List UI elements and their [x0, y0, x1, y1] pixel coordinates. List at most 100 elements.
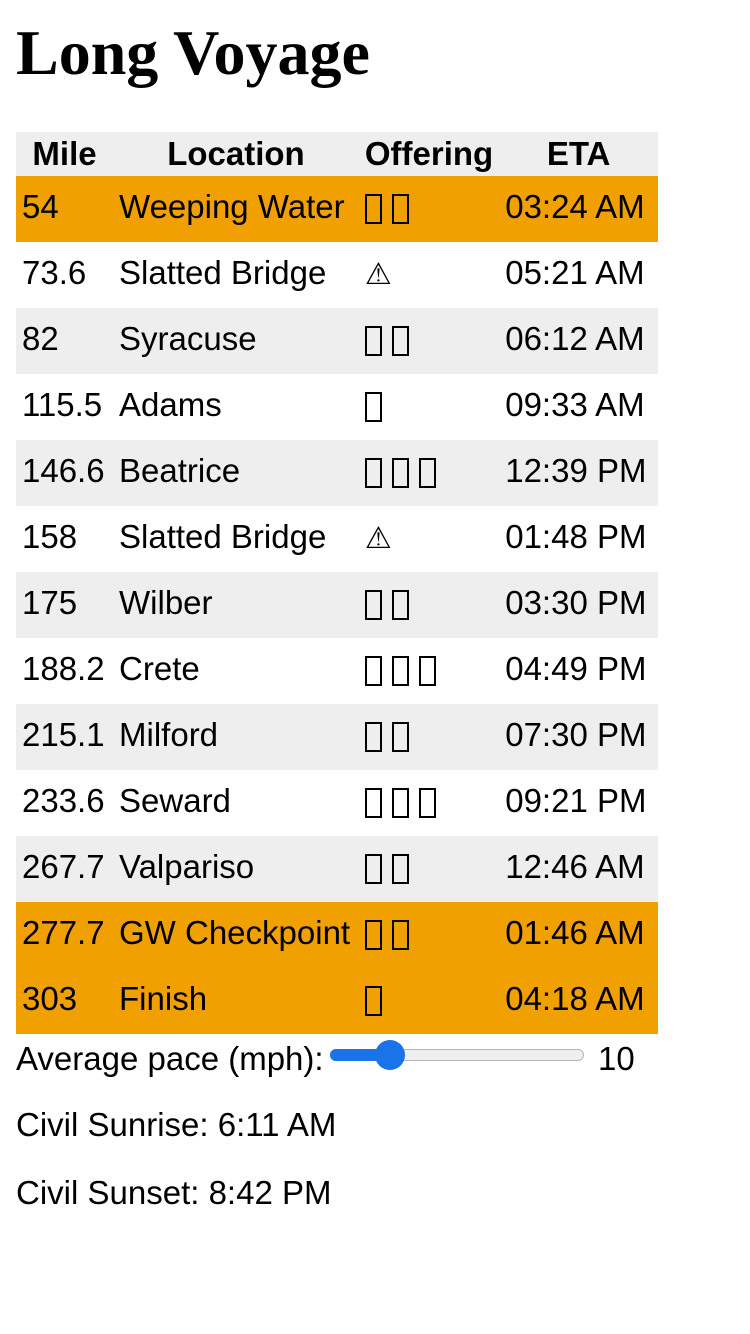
- cell-offering: [359, 374, 499, 440]
- warning-icon: ⚠: [364, 258, 392, 291]
- civil-sunrise: Civil Sunrise: 6:11 AM: [16, 1106, 337, 1143]
- table-header-row: Mile Location Offering ETA: [16, 132, 658, 176]
- cell-mile: 267.7: [16, 836, 114, 902]
- cell-offering: [358, 704, 500, 770]
- offering-icon: [364, 656, 382, 686]
- cell-eta: 01:48 PM: [505, 518, 647, 555]
- offering-icon: [364, 590, 382, 620]
- offering-icon: [418, 656, 436, 686]
- cell-eta: 04:49 PM: [505, 650, 647, 687]
- offering-icon: [364, 326, 382, 356]
- offering-icon: [364, 854, 382, 884]
- pace-slider[interactable]: [330, 1040, 584, 1070]
- cell-eta: 03:30 PM: [499, 572, 658, 638]
- cell-eta: 05:21 AM: [505, 254, 645, 291]
- cell-location: Slatted Bridge: [119, 518, 327, 555]
- cell-mile: 146.6: [16, 440, 114, 506]
- cell-offering: [358, 836, 500, 902]
- header-mile: Mile: [16, 132, 114, 176]
- offering-icon: [391, 788, 409, 818]
- offering-icon: [364, 722, 382, 752]
- offering-icon: [391, 722, 409, 752]
- header-offering: Offering: [358, 132, 500, 176]
- cell-mile: 158: [22, 518, 78, 555]
- cell-offering: ⚠: [359, 506, 499, 572]
- offering-icon: [364, 392, 382, 422]
- cell-location: Adams: [119, 386, 222, 423]
- cell-offering: [358, 968, 500, 1034]
- table-row: 115.5 Adams 09:33 AM: [16, 374, 658, 440]
- table-row: 82 Syracuse 06:12 AM: [16, 308, 658, 374]
- offering-icon: [418, 458, 436, 488]
- cell-eta: 03:24 AM: [499, 176, 658, 242]
- table-row: 188.2 Crete 04:49 PM: [16, 638, 658, 704]
- cell-location: Beatrice: [113, 440, 359, 506]
- cell-location: Weeping Water: [113, 176, 359, 242]
- header-eta: ETA: [499, 132, 658, 176]
- table-row: 267.7 Valpariso 12:46 AM: [16, 836, 658, 902]
- cell-location: Slatted Bridge: [119, 254, 327, 291]
- offering-icon: [391, 458, 409, 488]
- offering-icon: [391, 920, 409, 950]
- cell-eta: 01:46 AM: [499, 902, 658, 968]
- cell-eta: 09:21 PM: [505, 782, 647, 819]
- cell-offering: [359, 638, 499, 704]
- offering-icon: [391, 854, 409, 884]
- table-row: 215.1 Milford 07:30 PM: [16, 704, 658, 770]
- table-row: 175 Wilber 03:30 PM: [16, 572, 658, 638]
- offering-icon: [391, 656, 409, 686]
- table-body: 54 Weeping Water 03:24 AM 73.6 Slatted Bridg…: [16, 176, 658, 1034]
- offering-icon: [364, 194, 382, 224]
- table-row: 73.6 Slatted Bridge ⚠ 05:21 AM: [16, 242, 658, 308]
- offering-icon: [391, 194, 409, 224]
- voyage-table: Mile Location Offering ETA 54 Weeping Wat…: [16, 132, 658, 1034]
- cell-mile: 73.6: [22, 254, 87, 291]
- offering-icon: [364, 788, 382, 818]
- cell-location: Crete: [119, 650, 200, 687]
- cell-location: GW Checkpoint: [113, 902, 359, 968]
- cell-location: Syracuse: [113, 308, 359, 374]
- cell-eta: 12:46 AM: [499, 836, 658, 902]
- cell-mile: 188.2: [22, 650, 105, 687]
- cell-eta: 12:39 PM: [499, 440, 658, 506]
- cell-location: Seward: [119, 782, 231, 819]
- cell-offering: [358, 572, 500, 638]
- offering-icon: [364, 458, 382, 488]
- cell-mile: 233.6: [22, 782, 105, 819]
- cell-mile: 215.1: [16, 704, 114, 770]
- cell-location: Valpariso: [113, 836, 359, 902]
- cell-eta: 07:30 PM: [499, 704, 658, 770]
- cell-offering: ⚠: [359, 242, 499, 308]
- offering-icon: [391, 590, 409, 620]
- cell-mile: 82: [16, 308, 114, 374]
- page-title: Long Voyage: [16, 17, 370, 88]
- cell-mile: 54: [16, 176, 114, 242]
- pace-control: Average pace (mph): 10: [16, 1036, 716, 1082]
- table-row: 158 Slatted Bridge ⚠ 01:48 PM: [16, 506, 658, 572]
- cell-mile: 175: [16, 572, 114, 638]
- slider-thumb[interactable]: [374, 1040, 405, 1070]
- cell-eta: 04:18 AM: [499, 968, 658, 1034]
- offering-icon: [391, 326, 409, 356]
- cell-eta: 06:12 AM: [499, 308, 658, 374]
- pace-value: 10: [598, 1040, 635, 1077]
- cell-eta: 09:33 AM: [505, 386, 645, 423]
- cell-location: Wilber: [113, 572, 359, 638]
- table-row: 54 Weeping Water 03:24 AM: [16, 176, 658, 242]
- page: Long Voyage Mile Location Offering ETA 5…: [0, 0, 750, 1334]
- header-location: Location: [113, 132, 359, 176]
- cell-mile: 277.7: [16, 902, 114, 968]
- cell-offering: [359, 770, 499, 836]
- cell-offering: [358, 176, 500, 242]
- offering-icon: [364, 920, 382, 950]
- table-row: 303 Finish 04:18 AM: [16, 968, 658, 1034]
- table-row: 233.6 Seward 09:21 PM: [16, 770, 658, 836]
- cell-offering: [358, 902, 500, 968]
- cell-location: Milford: [113, 704, 359, 770]
- pace-label: Average pace (mph):: [16, 1040, 324, 1077]
- cell-offering: [358, 440, 500, 506]
- cell-offering: [358, 308, 500, 374]
- cell-mile: 303: [16, 968, 114, 1034]
- cell-mile: 115.5: [22, 386, 103, 423]
- cell-location: Finish: [113, 968, 359, 1034]
